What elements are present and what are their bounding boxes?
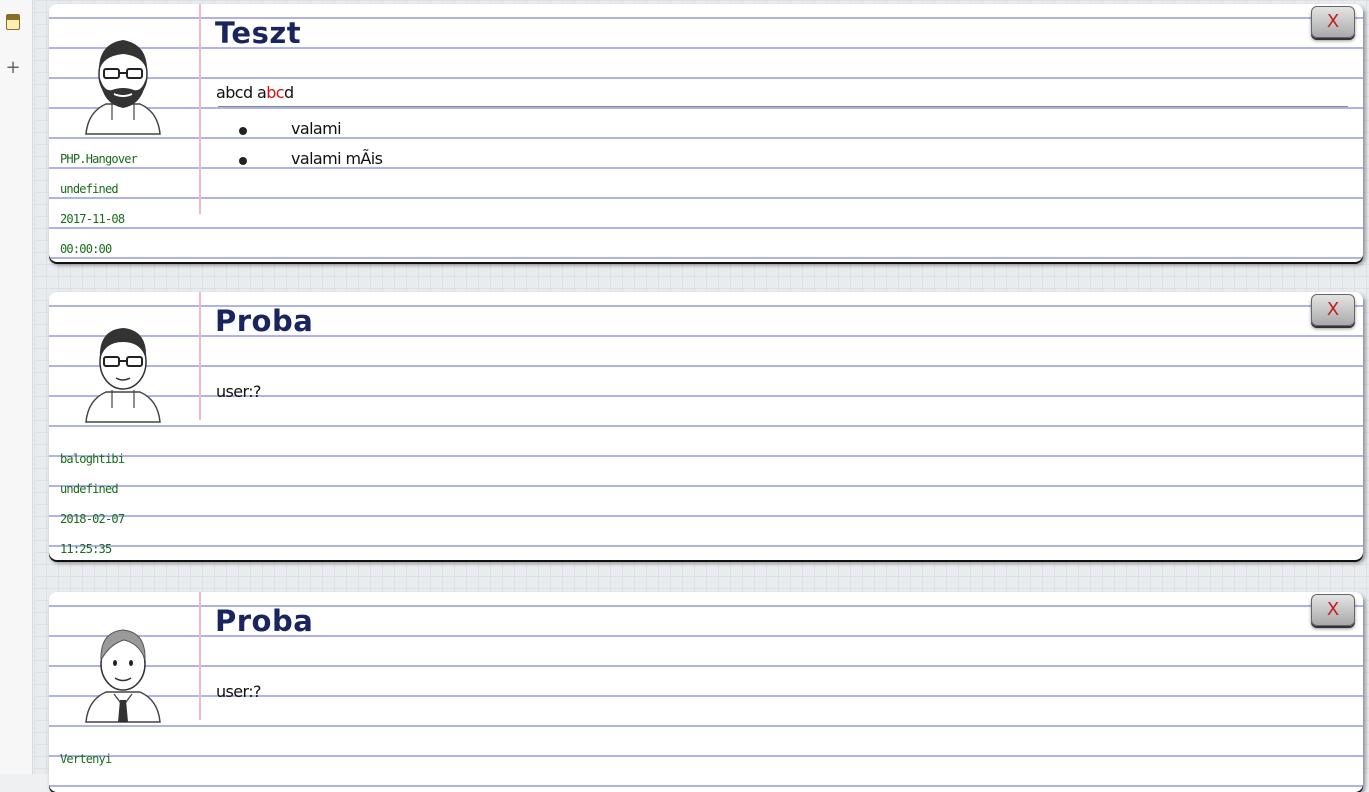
bullet-list: valami valami mÃis xyxy=(239,120,383,180)
close-button[interactable]: X xyxy=(1311,6,1355,38)
note-date: 2017-11-08 xyxy=(60,212,125,226)
note-time: 00:00:00 xyxy=(60,242,112,256)
author-name: PHP.Hangover xyxy=(60,152,138,166)
author-name: Vertenyi xyxy=(60,752,112,766)
bearded-man-avatar xyxy=(85,40,161,135)
note-icon[interactable] xyxy=(6,14,20,30)
note-card: PHP.Hangover undefined 2017-11-08 00:00:… xyxy=(49,4,1363,262)
divider xyxy=(218,106,1348,107)
body-text-end: d xyxy=(283,83,294,102)
note-body[interactable]: user:? xyxy=(216,382,262,401)
note-body[interactable]: user:? xyxy=(216,682,262,701)
author-field: undefined xyxy=(60,482,119,496)
note-body[interactable]: abcd abcd xyxy=(216,83,294,102)
margin-line xyxy=(199,292,201,420)
note-title: Proba xyxy=(215,304,314,338)
note-card: baloghtibi undefined 2018-02-07 11:25:35… xyxy=(49,292,1363,560)
note-card: Vertenyi Proba user:? X xyxy=(49,592,1363,792)
note-title: Teszt xyxy=(215,16,302,50)
list-item: valami xyxy=(239,120,382,150)
margin-line xyxy=(199,592,201,720)
sidebar: + xyxy=(0,0,33,774)
businessman-avatar xyxy=(85,629,161,723)
author-name: baloghtibi xyxy=(60,452,125,466)
plus-icon[interactable]: + xyxy=(5,58,21,78)
author-field: undefined xyxy=(60,182,119,196)
note-title: Proba xyxy=(215,604,314,638)
body-highlight: bc xyxy=(266,83,284,102)
note-date: 2018-02-07 xyxy=(60,512,125,526)
close-button[interactable]: X xyxy=(1311,594,1355,626)
close-button[interactable]: X xyxy=(1311,294,1355,326)
body-text: abcd a xyxy=(216,83,267,102)
list-item: valami mÃis xyxy=(239,150,383,180)
glasses-man-avatar xyxy=(85,328,161,423)
note-time: 11:25:35 xyxy=(60,542,112,556)
margin-line xyxy=(199,4,201,214)
